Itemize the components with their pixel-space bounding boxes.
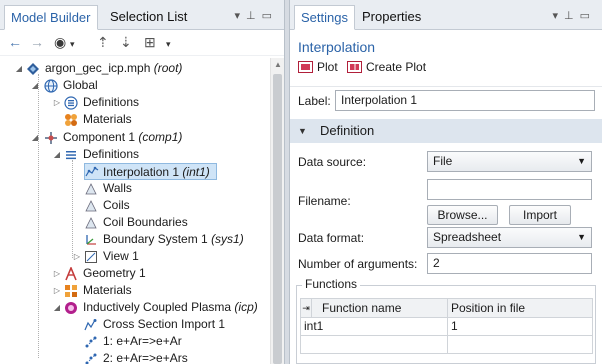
- collapse-all-icon[interactable]: ⇡: [97, 35, 109, 49]
- function-name-cell[interactable]: int1: [300, 318, 448, 336]
- definitions-list-icon: [66, 151, 76, 160]
- column-header-position[interactable]: Position in file: [447, 298, 593, 318]
- functions-title: Functions: [302, 277, 361, 291]
- expand-icon[interactable]: ▷: [52, 282, 62, 299]
- reaction-icon: [85, 353, 97, 364]
- plot-icon: [298, 61, 313, 73]
- chevron-down-icon: ▼: [577, 232, 586, 242]
- interpolation-icon: [85, 166, 99, 177]
- geometry-icon: [65, 267, 77, 281]
- scrollbar-thumb[interactable]: [273, 74, 282, 364]
- panel-controls: ▾⊥▭: [552, 9, 596, 22]
- selection-icon: [85, 200, 97, 212]
- collapse-icon[interactable]: ◢: [30, 77, 40, 94]
- reaction-icon: [85, 336, 97, 348]
- tree-options-icon[interactable]: ⊞: [144, 35, 156, 49]
- tree-node-interpolation[interactable]: Interpolation 1 (int1): [84, 163, 217, 180]
- page-title: Interpolation: [298, 39, 376, 55]
- globe-icon: [44, 79, 58, 93]
- cross-section-icon: [84, 319, 97, 331]
- show-dropdown-icon[interactable]: ▾: [70, 37, 75, 51]
- definition-section-header[interactable]: ▼ Definition: [290, 119, 602, 143]
- back-arrow-icon[interactable]: ←: [8, 35, 22, 49]
- selection-icon: [85, 217, 97, 229]
- model-builder-toolbar: ← → ◉ ▾ ⇡ ⇣ ⊞ ▾: [0, 30, 284, 56]
- view-menu-icon[interactable]: ▾: [234, 10, 246, 22]
- show-icon[interactable]: ◉: [54, 35, 66, 49]
- tree-options-dropdown-icon[interactable]: ▾: [166, 37, 171, 51]
- model-builder-tabbar: Model Builder Selection List ▾⊥▭: [0, 0, 284, 30]
- model-file-icon: [27, 63, 39, 75]
- settings-tabbar: Settings Properties ▾⊥▭: [290, 0, 602, 30]
- tab-model-builder[interactable]: Model Builder: [4, 5, 98, 30]
- minimize-icon[interactable]: ▭: [580, 10, 596, 22]
- label-row: Label: Interpolation 1: [290, 86, 602, 115]
- num-args-field[interactable]: 2: [427, 253, 592, 274]
- pin-icon[interactable]: ⊥: [564, 10, 580, 22]
- expand-icon[interactable]: ▷: [52, 94, 62, 111]
- materials-icon: [65, 285, 77, 297]
- position-cell[interactable]: 1: [447, 318, 593, 336]
- data-source-label: Data source:: [298, 155, 367, 169]
- model-builder-panel: Model Builder Selection List ▾⊥▭ ← → ◉ ▾…: [0, 0, 285, 364]
- position-cell[interactable]: [447, 336, 593, 354]
- forward-arrow-icon[interactable]: →: [30, 35, 44, 49]
- data-format-label: Data format:: [298, 231, 365, 245]
- expand-all-icon[interactable]: ⇣: [120, 35, 132, 49]
- plot-button[interactable]: Plot: [298, 60, 338, 74]
- label-field[interactable]: Interpolation 1: [335, 90, 595, 111]
- view-icon: [85, 251, 97, 263]
- browse-button[interactable]: Browse...: [427, 205, 498, 225]
- collapse-icon[interactable]: ◢: [52, 146, 62, 163]
- materials-icon: [65, 114, 77, 126]
- tree-scrollbar[interactable]: ▲: [270, 58, 284, 364]
- import-button[interactable]: Import: [509, 205, 571, 225]
- pin-icon[interactable]: ⊥: [246, 10, 262, 22]
- data-format-select[interactable]: Spreadsheet ▼: [427, 227, 592, 248]
- expand-icon[interactable]: ▷: [72, 248, 82, 265]
- section-title: Definition: [320, 123, 375, 138]
- view-menu-icon[interactable]: ▾: [552, 10, 564, 22]
- create-plot-icon: [347, 61, 362, 73]
- section-collapse-icon[interactable]: ▼: [298, 119, 307, 143]
- scroll-up-icon[interactable]: ▲: [271, 58, 284, 72]
- selection-icon: [85, 183, 97, 195]
- create-plot-button[interactable]: Create Plot: [347, 60, 426, 74]
- expand-icon[interactable]: ▷: [52, 265, 62, 282]
- filename-label: Filename:: [298, 194, 351, 208]
- data-source-select[interactable]: File ▼: [427, 151, 592, 172]
- panel-controls: ▾⊥▭: [234, 9, 278, 22]
- plasma-icon: [65, 302, 77, 314]
- settings-panel: Settings Properties ▾⊥▭ Interpolation Pl…: [289, 0, 602, 364]
- tab-settings[interactable]: Settings: [294, 5, 355, 30]
- minimize-icon[interactable]: ▭: [262, 10, 278, 22]
- chevron-down-icon: ▼: [577, 156, 586, 166]
- collapse-icon[interactable]: ◢: [30, 129, 40, 146]
- collapse-icon[interactable]: ◢: [14, 60, 24, 77]
- tab-selection-list[interactable]: Selection List: [104, 5, 193, 30]
- collapse-icon[interactable]: ◢: [52, 299, 62, 316]
- column-header-function-name[interactable]: Function name: [311, 298, 448, 318]
- definitions-icon: [64, 96, 78, 110]
- label-caption: Label:: [298, 94, 331, 108]
- function-name-cell[interactable]: [300, 336, 448, 354]
- component-icon: [45, 132, 57, 144]
- tab-properties[interactable]: Properties: [356, 5, 427, 30]
- num-args-label: Number of arguments:: [298, 257, 418, 271]
- model-tree: ◢ argon_gec_icp.mph (root) ◢ Global ▷ De…: [14, 60, 258, 364]
- filename-field[interactable]: [427, 179, 592, 200]
- coordinate-system-icon: [86, 235, 96, 245]
